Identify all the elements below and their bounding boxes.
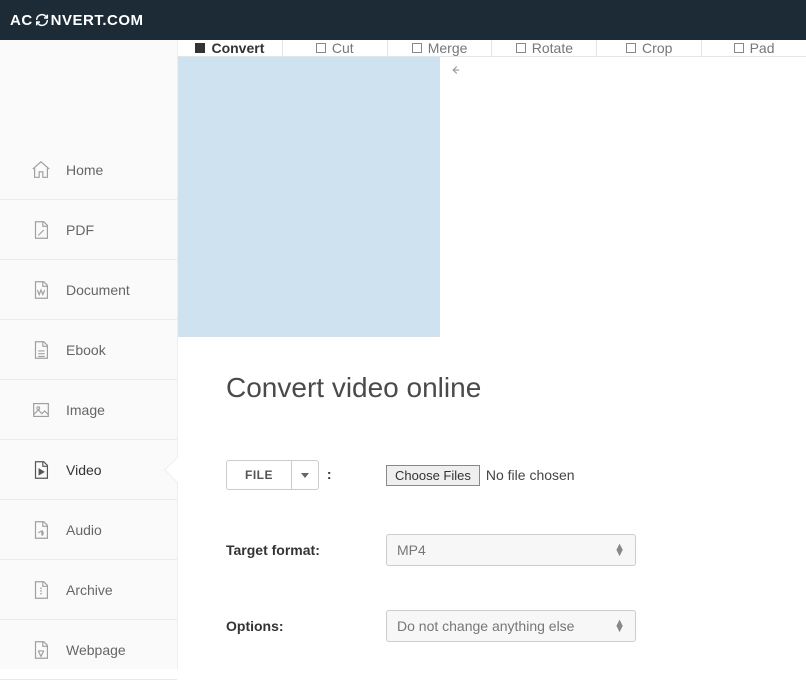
- arrow-left-icon: [448, 63, 462, 77]
- target-format-label: Target format:: [226, 542, 386, 558]
- tab-label: Cut: [332, 40, 354, 56]
- ad-placeholder: [178, 57, 440, 337]
- checkbox-icon: [516, 43, 526, 53]
- home-icon: [30, 159, 52, 181]
- colon: :: [327, 466, 332, 482]
- sidebar-item-label: Webpage: [66, 642, 126, 658]
- ad-close-arrow[interactable]: [440, 57, 470, 337]
- sidebar-item-document[interactable]: Document: [0, 260, 177, 320]
- sidebar-item-pdf[interactable]: PDF: [0, 200, 177, 260]
- image-icon: [30, 399, 52, 421]
- file-source-dropdown[interactable]: FILE: [226, 460, 319, 490]
- sidebar-item-webpage[interactable]: Webpage: [0, 620, 177, 680]
- file-source-caret[interactable]: [292, 461, 318, 489]
- video-icon: [30, 459, 52, 481]
- file-source-label: FILE: [227, 461, 292, 489]
- options-label: Options:: [226, 618, 386, 634]
- content-area: Convert video online FILE : Choose Files…: [178, 337, 806, 686]
- tab-label: Rotate: [532, 40, 573, 56]
- options-select[interactable]: Do not change anything else ▲▼: [386, 610, 636, 642]
- brand-post: NVERT.COM: [51, 12, 144, 29]
- tab-pad[interactable]: Pad: [702, 40, 806, 56]
- row-file: FILE : Choose Files No file chosen: [226, 460, 766, 490]
- sidebar-item-video[interactable]: Video: [0, 440, 177, 500]
- tab-convert[interactable]: Convert: [178, 40, 283, 56]
- checkbox-icon: [316, 43, 326, 53]
- sidebar-item-label: Home: [66, 162, 103, 178]
- checkbox-icon: [626, 43, 636, 53]
- tab-merge[interactable]: Merge: [388, 40, 493, 56]
- page-title: Convert video online: [226, 372, 766, 404]
- tab-label: Merge: [428, 40, 468, 56]
- checkbox-icon: [412, 43, 422, 53]
- tab-label: Pad: [750, 40, 775, 56]
- select-arrows-icon: ▲▼: [614, 620, 625, 632]
- choose-files-button[interactable]: Choose Files: [386, 465, 480, 486]
- brand-pre: AC: [10, 12, 33, 29]
- sidebar-item-label: Audio: [66, 522, 102, 538]
- target-format-value: MP4: [397, 542, 426, 558]
- sidebar-item-label: Image: [66, 402, 105, 418]
- caret-down-icon: [301, 473, 309, 478]
- brand-logo[interactable]: AC NVERT.COM: [10, 12, 144, 29]
- tab-label: Convert: [211, 40, 264, 56]
- sidebar-item-archive[interactable]: Archive: [0, 560, 177, 620]
- ebook-icon: [30, 339, 52, 361]
- main-panel: Convert Cut Merge Rotate Crop Pad Conver…: [178, 40, 806, 669]
- archive-icon: [30, 579, 52, 601]
- checkbox-icon: [734, 43, 744, 53]
- sidebar-item-label: PDF: [66, 222, 94, 238]
- tab-label: Crop: [642, 40, 672, 56]
- tab-bar: Convert Cut Merge Rotate Crop Pad: [178, 40, 806, 57]
- sidebar-item-label: Ebook: [66, 342, 106, 358]
- sidebar-item-ebook[interactable]: Ebook: [0, 320, 177, 380]
- file-input[interactable]: Choose Files No file chosen: [386, 465, 575, 486]
- app-header: AC NVERT.COM: [0, 0, 806, 40]
- webpage-icon: [30, 639, 52, 661]
- row-options: Options: Do not change anything else ▲▼: [226, 610, 766, 642]
- refresh-icon: [34, 12, 50, 28]
- sidebar-item-home[interactable]: Home: [0, 140, 177, 200]
- tab-rotate[interactable]: Rotate: [492, 40, 597, 56]
- options-value: Do not change anything else: [397, 618, 574, 634]
- sidebar-item-label: Archive: [66, 582, 113, 598]
- sidebar-item-audio[interactable]: Audio: [0, 500, 177, 560]
- ad-row: [178, 57, 806, 337]
- sidebar-item-image[interactable]: Image: [0, 380, 177, 440]
- tab-crop[interactable]: Crop: [597, 40, 702, 56]
- row-target-format: Target format: MP4 ▲▼: [226, 534, 766, 566]
- sidebar-item-label: Video: [66, 462, 102, 478]
- checkbox-icon: [195, 43, 205, 53]
- select-arrows-icon: ▲▼: [614, 544, 625, 556]
- sidebar: Home PDF Document Ebook Image Video Audi…: [0, 40, 178, 669]
- file-source-group: FILE :: [226, 460, 386, 490]
- document-icon: [30, 279, 52, 301]
- target-format-select[interactable]: MP4 ▲▼: [386, 534, 636, 566]
- file-input-status: No file chosen: [486, 467, 575, 483]
- audio-icon: [30, 519, 52, 541]
- pdf-icon: [30, 219, 52, 241]
- sidebar-item-label: Document: [66, 282, 130, 298]
- tab-cut[interactable]: Cut: [283, 40, 388, 56]
